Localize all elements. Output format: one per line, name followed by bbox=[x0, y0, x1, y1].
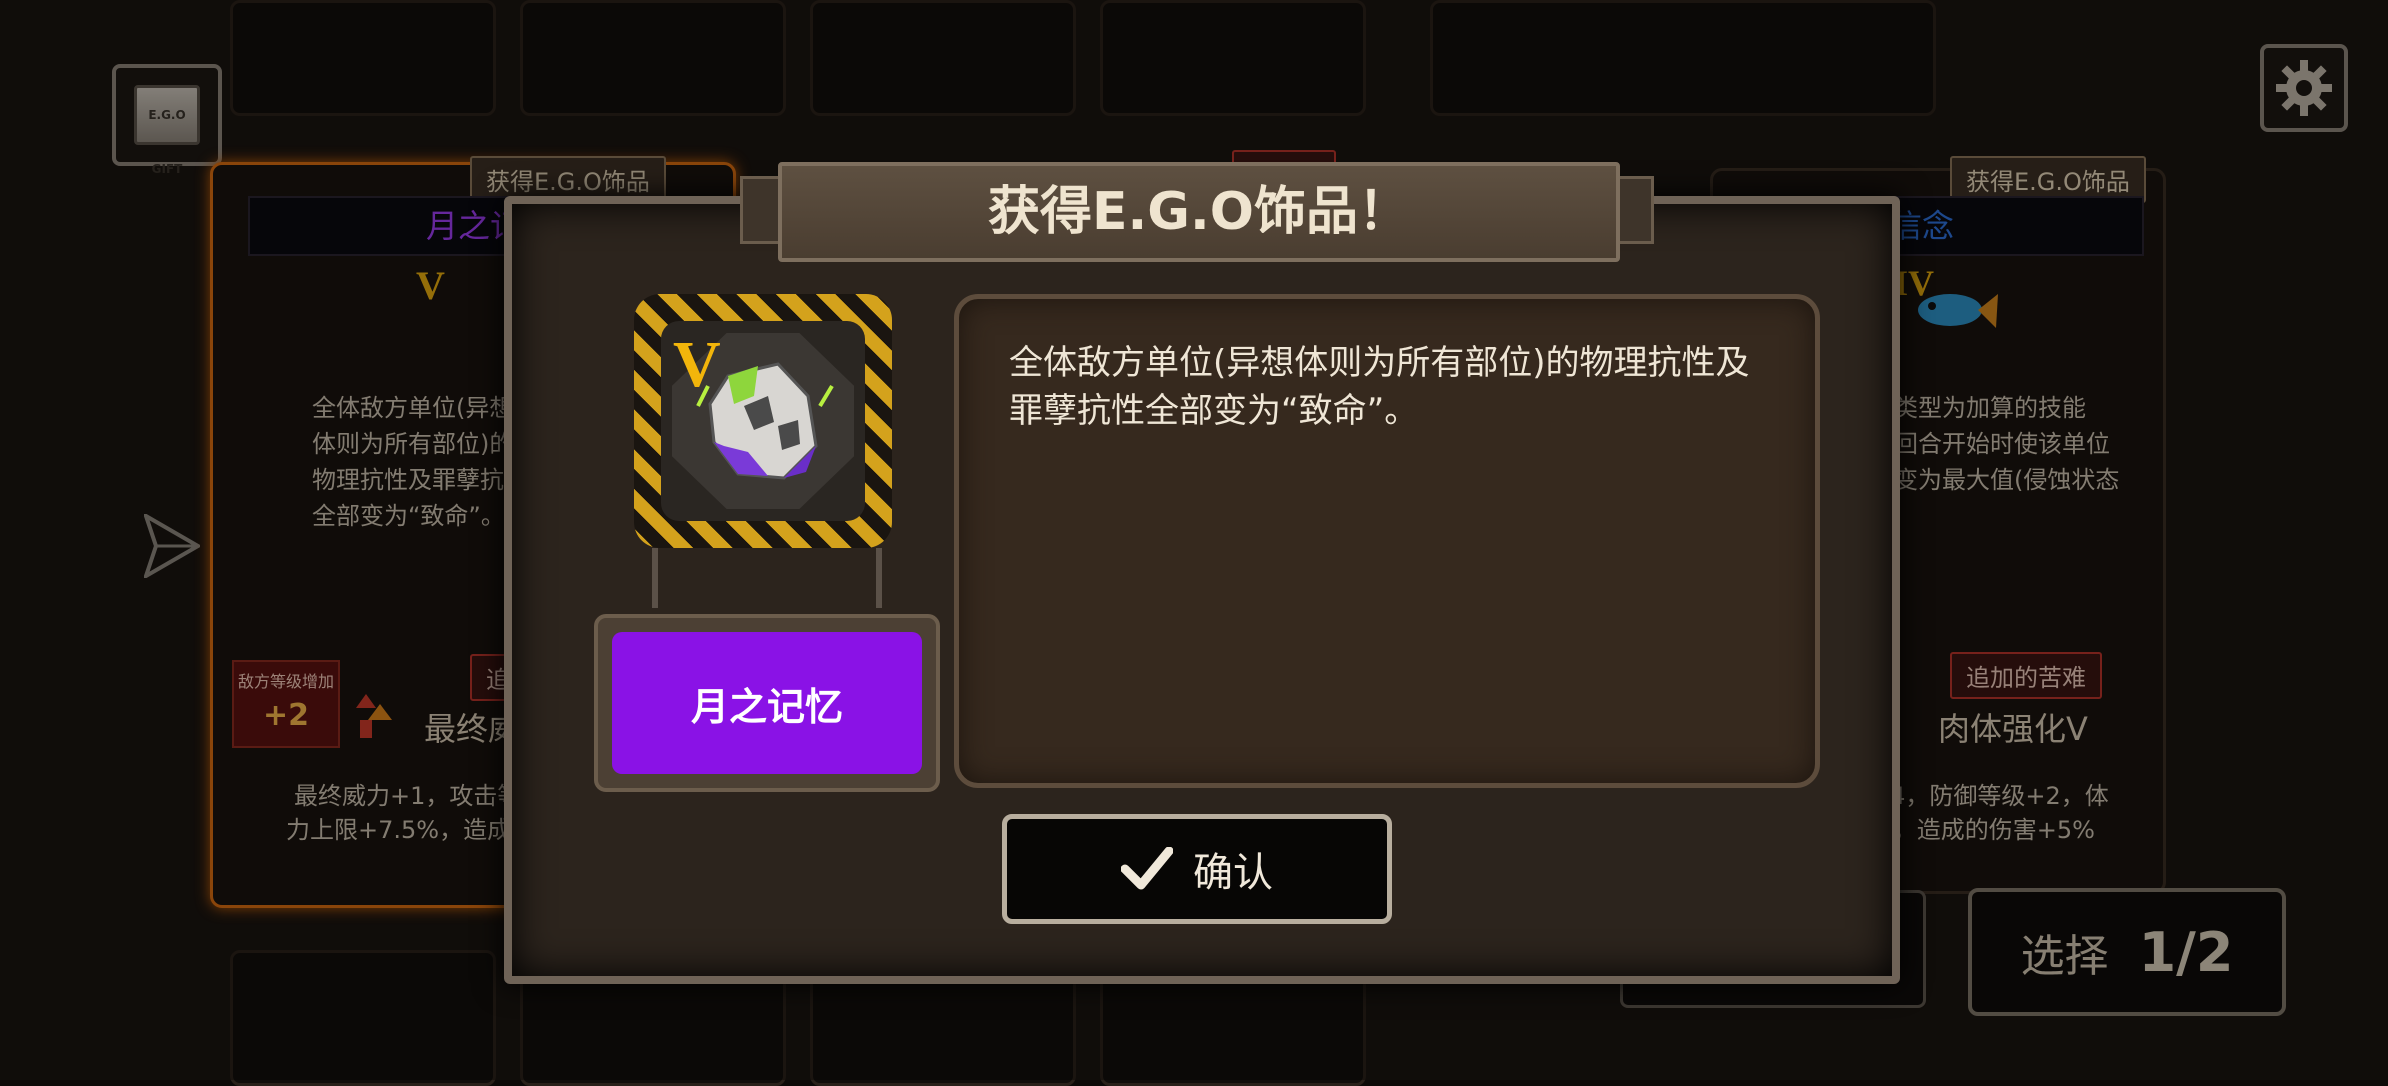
gift-name-plate: 月之记忆 bbox=[594, 614, 940, 792]
checkmark-icon bbox=[1121, 847, 1173, 890]
confirm-label: 确认 bbox=[1193, 850, 1273, 896]
chain-right bbox=[876, 548, 882, 608]
gift-description: 全体敌方单位(异想体则为所有部位)的物理抗性及罪孽抗性全部变为“致命”。 bbox=[1009, 343, 1750, 431]
gift-description-box: 全体敌方单位(异想体则为所有部位)的物理抗性及罪孽抗性全部变为“致命”。 bbox=[954, 294, 1820, 788]
gift-icon-frame: V bbox=[634, 294, 892, 548]
modal-title: 获得E.G.O饰品！ bbox=[778, 162, 1620, 262]
chain-left bbox=[652, 548, 658, 608]
confirm-button[interactable]: 确认 bbox=[1002, 814, 1392, 924]
gift-name: 月之记忆 bbox=[612, 632, 922, 774]
gift-rank: V bbox=[673, 328, 721, 401]
gift-icon-inner: V bbox=[661, 321, 865, 521]
title-cap-left bbox=[740, 176, 782, 244]
